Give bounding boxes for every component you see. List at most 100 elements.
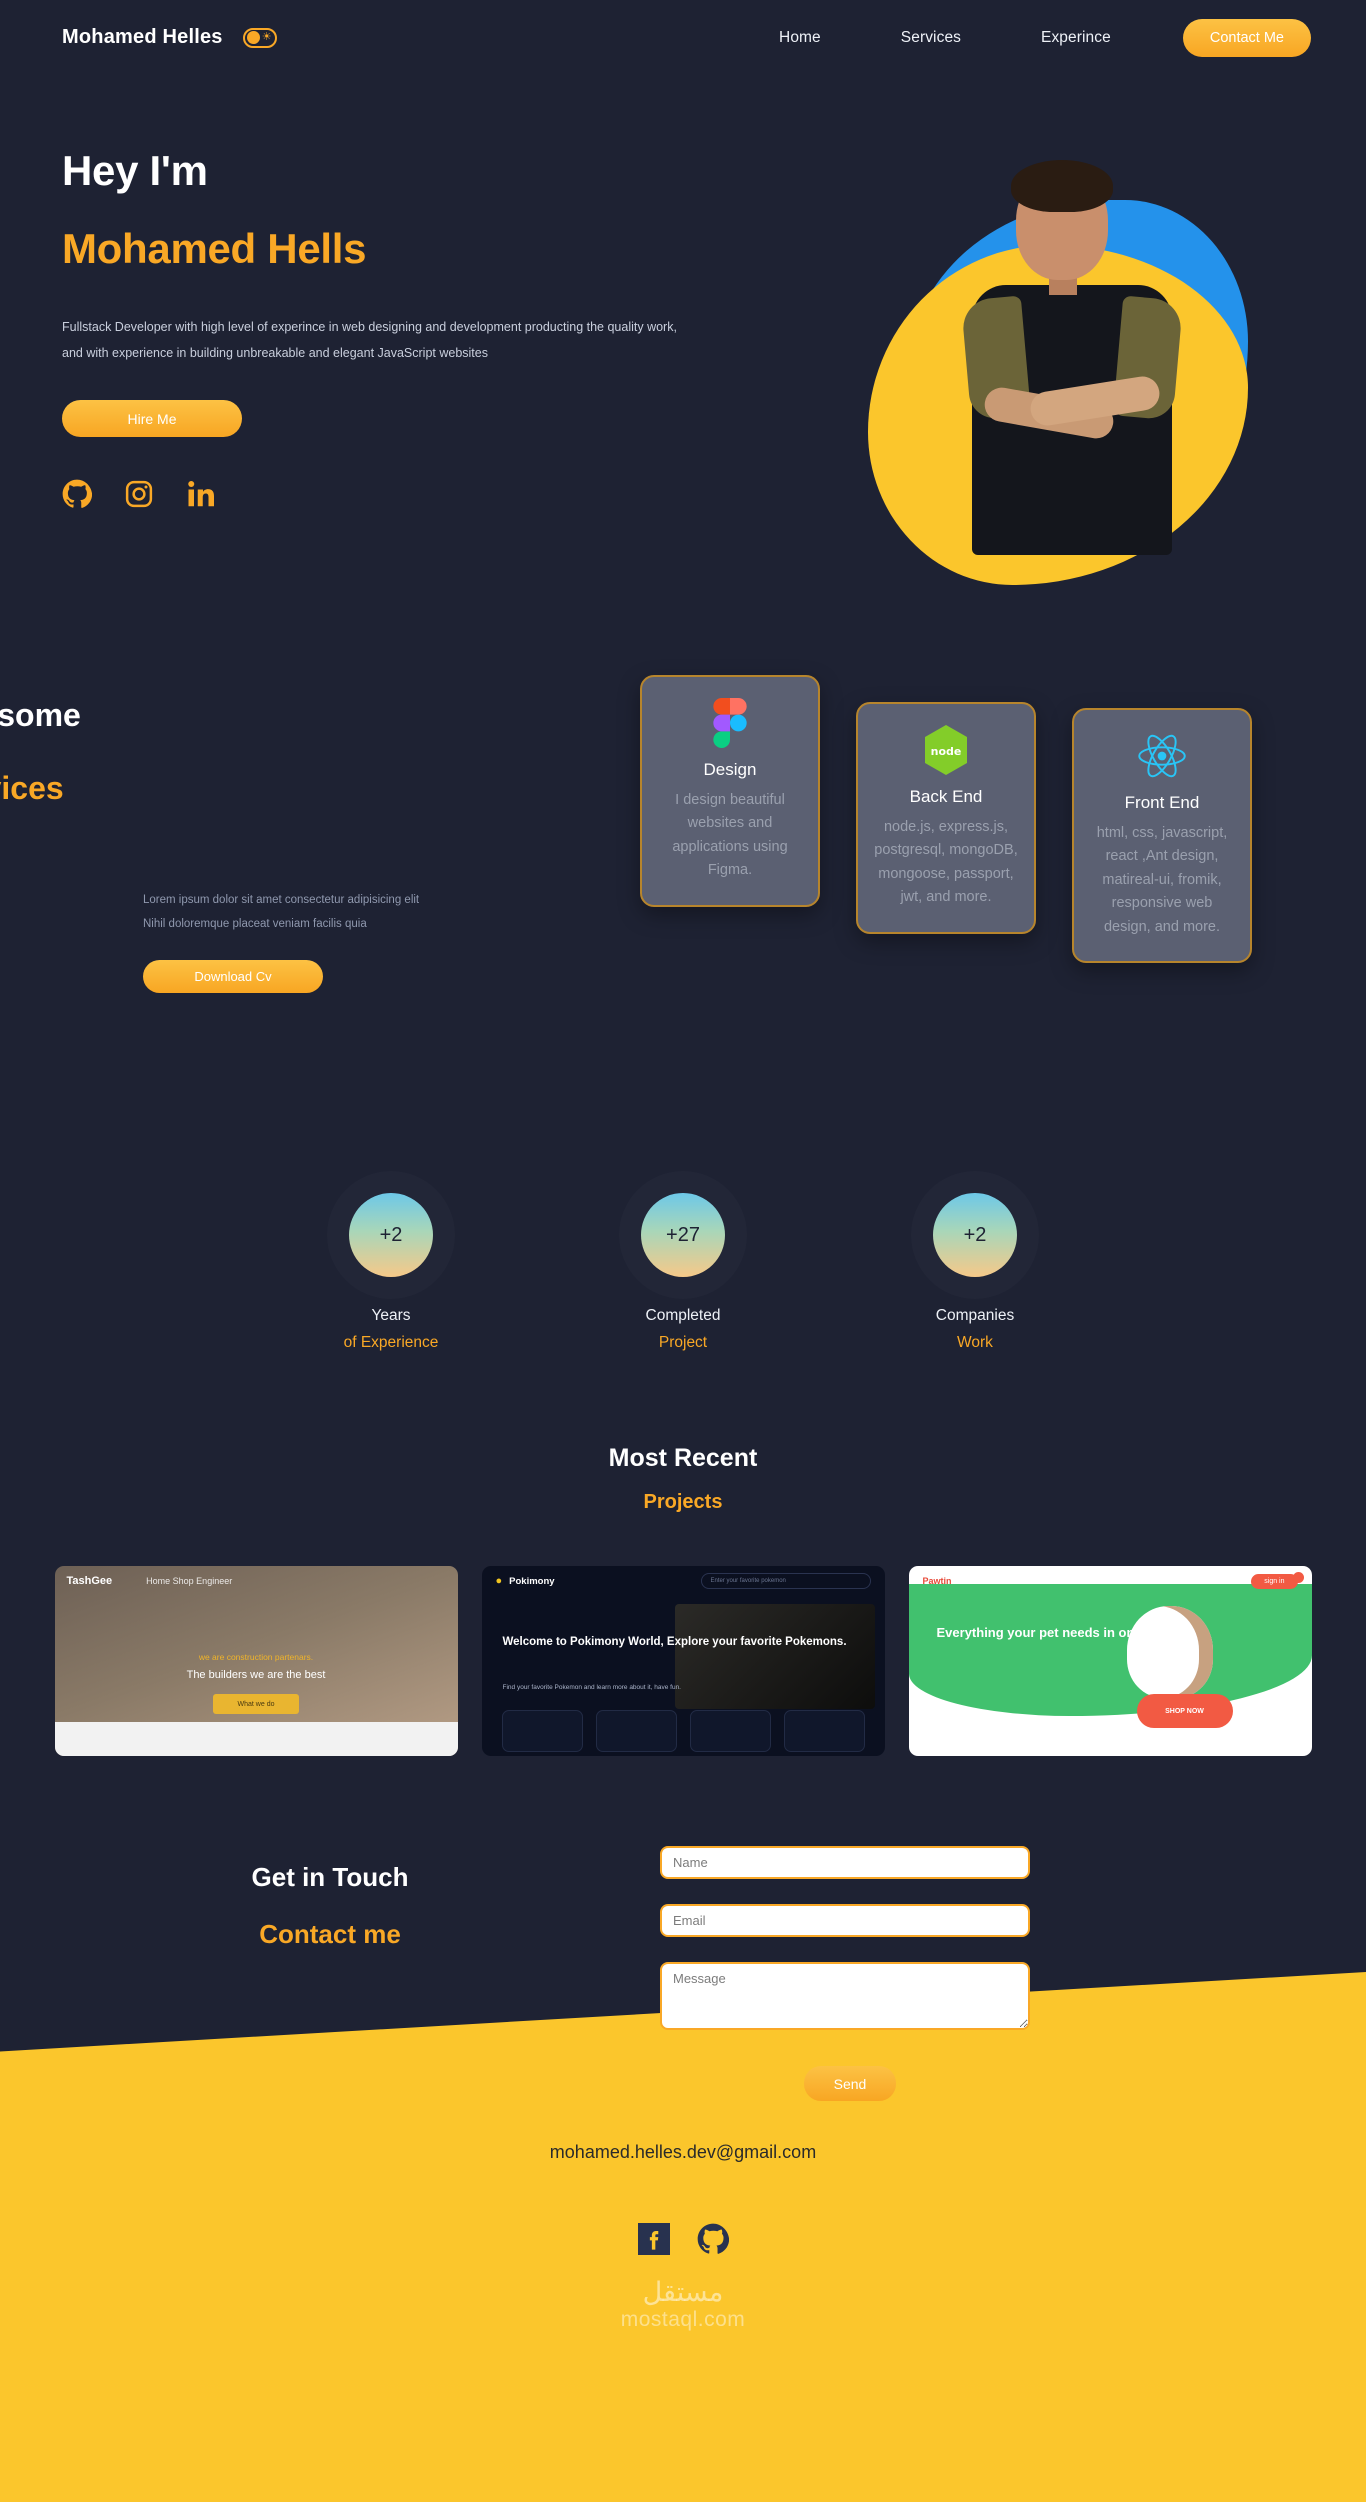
project-topbar: TashGee Home Shop Engineer (55, 1566, 458, 1596)
download-cv-button[interactable]: Download Cv (143, 960, 323, 993)
nodejs-icon: node (872, 724, 1020, 776)
service-card-text: html, css, javascript, react ,Ant design… (1096, 825, 1228, 935)
pikachu-icon: ● (495, 1575, 503, 1587)
service-card-backend[interactable]: node Back End node.js, express.js, postg… (856, 702, 1036, 934)
project-topbar: ● Pokimony Enter your favorite pokemon (482, 1566, 885, 1596)
project-tile (595, 1710, 677, 1752)
nav-link-home[interactable]: Home (739, 29, 861, 47)
watermark-arabic: مستقل (642, 2277, 724, 2307)
services-section: Awesome Services Lorem ipsum dolor sit a… (0, 675, 1366, 1135)
watermark-latin: mostaql.com (620, 2308, 746, 2331)
service-card-title: Design (703, 760, 757, 779)
project-heading: The builders we are the best (186, 1669, 326, 1681)
project-signin-button: sign in (1251, 1573, 1298, 1589)
contact-heading: Get in Touch Contact me (0, 1846, 660, 2101)
facebook-icon[interactable] (637, 2223, 670, 2260)
project-search-input: Enter your favorite pokemon (700, 1573, 871, 1589)
project-logo: TashGee (66, 1575, 113, 1587)
stat-label-secondary: Work (957, 1334, 993, 1351)
service-card-text: I design beautiful websites and applicat… (672, 792, 788, 879)
project-bottom-strip (54, 1722, 458, 1756)
contact-section: Get in Touch Contact me Send (0, 1756, 1366, 2101)
github-icon[interactable] (62, 479, 93, 514)
stat-projects: +27 Completed Project (598, 1193, 768, 1352)
nav-link-services[interactable]: Services (861, 29, 1001, 47)
sun-moon-toggle-icon[interactable]: ☀ (242, 27, 277, 48)
project-card-tashgee[interactable]: TashGee Home Shop Engineer we are constr… (54, 1566, 458, 1756)
project-subheading: Find your favorite Pokemon and learn mor… (502, 1684, 682, 1691)
contact-title-line1: Get in Touch (251, 1862, 409, 1892)
send-button[interactable]: Send (804, 2066, 896, 2101)
toggle-knob (246, 31, 260, 44)
stat-value: +27 (641, 1193, 725, 1277)
footer-social-links (0, 2223, 1366, 2260)
projects-heading: Most Recent Projects (0, 1352, 1366, 1514)
project-nav: Home Shop Engineer (146, 1576, 233, 1586)
stat-label-secondary: of Experience (343, 1334, 439, 1351)
project-heading: Welcome to Pokimony World, Explore your … (502, 1636, 847, 1648)
projects-title-line2: Projects (643, 1491, 723, 1513)
stat-value: +2 (933, 1193, 1017, 1277)
service-card-design[interactable]: Design I design beautiful websites and a… (640, 675, 820, 907)
message-input[interactable] (660, 1962, 1030, 2030)
hero-illustration (858, 160, 1288, 610)
close-icon (1292, 1572, 1304, 1583)
services-title-line2: Services (0, 770, 64, 806)
services-subtitle: Lorem ipsum dolor sit amet consectetur a… (143, 888, 419, 936)
stats-section: +2 Years of Experience +27 Completed Pro… (0, 1135, 1366, 1352)
project-tile (689, 1710, 771, 1752)
projects-row: TashGee Home Shop Engineer we are constr… (0, 1566, 1366, 1756)
figma-icon (656, 697, 804, 749)
projects-title-line1: Most Recent (608, 1444, 758, 1472)
project-card-pawtin[interactable]: Pawtin sign in Everything your pet needs… (908, 1566, 1312, 1756)
service-card-title: Front End (1124, 793, 1200, 812)
contact-me-button[interactable]: Contact Me (1182, 18, 1311, 57)
hero-name: Mohamed Hells (62, 225, 367, 272)
services-title-line1: Awesome (0, 697, 81, 733)
project-tile (783, 1710, 865, 1752)
instagram-icon[interactable] (124, 479, 154, 514)
hire-me-button[interactable]: Hire Me (62, 400, 242, 438)
brand-logo[interactable]: Mohamed Helles (62, 26, 223, 49)
hero-text-block: Hey I'm Mohamed Hells Fullstack Develope… (62, 147, 762, 514)
project-cta: What we do (213, 1694, 299, 1714)
profile-photo (954, 160, 1194, 560)
dog-photo (1126, 1606, 1213, 1698)
react-icon (1088, 730, 1236, 782)
linkedin-icon[interactable] (186, 479, 216, 514)
stat-label-secondary: Project (658, 1334, 708, 1351)
stat-value: +2 (349, 1193, 433, 1277)
watermark: مستقل mostaql.com (0, 2277, 1366, 2332)
contact-title-line2: Contact me (259, 1919, 401, 1949)
github-icon[interactable] (697, 2223, 729, 2260)
project-logo: Pokimony (509, 1575, 555, 1587)
contact-form: Send (660, 1846, 1060, 2101)
hero-greeting: Hey I'm (62, 147, 208, 194)
navbar: Mohamed Helles ☀ Home Services Experince… (0, 0, 1366, 75)
project-logo: Pawtin (922, 1576, 952, 1586)
hero-description: Fullstack Developer with high level of e… (62, 320, 677, 360)
service-card-frontend[interactable]: Front End html, css, javascript, react ,… (1072, 708, 1252, 964)
project-tagline: we are construction partenars. (198, 1652, 314, 1662)
stat-companies: +2 Companies Work (890, 1193, 1060, 1352)
project-cta: SHOP NOW (1136, 1694, 1233, 1728)
svg-text:node: node (931, 745, 962, 758)
email-input[interactable] (660, 1904, 1030, 1937)
services-subtitle-line1: Lorem ipsum dolor sit amet consectetur a… (143, 894, 420, 906)
name-input[interactable] (660, 1846, 1030, 1879)
service-cards: Design I design beautiful websites and a… (640, 675, 1252, 964)
project-green-shape (908, 1584, 1312, 1716)
project-tile (501, 1710, 583, 1752)
project-hero-copy: we are construction partenars. The build… (55, 1652, 458, 1714)
service-card-text: node.js, express.js, postgresql, mongoDB… (874, 819, 1018, 906)
hero-social-links (62, 479, 762, 514)
stat-years: +2 Years of Experience (306, 1193, 476, 1352)
nav-link-experince[interactable]: Experince (1001, 29, 1151, 47)
stat-label-primary: Completed (645, 1307, 721, 1324)
project-topbar: Pawtin sign in (909, 1566, 1312, 1596)
stat-label-primary: Companies (935, 1307, 1015, 1324)
sun-icon: ☀ (261, 31, 272, 43)
project-card-pokimony[interactable]: ● Pokimony Enter your favorite pokemon W… (481, 1566, 885, 1756)
project-tiles (501, 1710, 865, 1752)
stat-label-primary: Years (371, 1307, 411, 1324)
